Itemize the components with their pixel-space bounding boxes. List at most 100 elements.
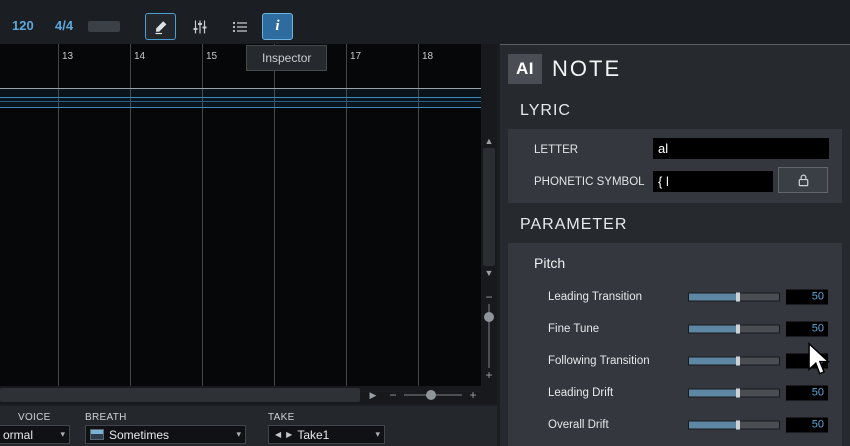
breath-value: Sometimes (109, 427, 170, 442)
parameter-row: Overall Drift 50 (508, 409, 842, 441)
measure-number: 13 (62, 51, 74, 62)
list-icon (232, 20, 248, 34)
horizontal-zoom-slider[interactable] (404, 390, 462, 400)
note-property-bar: VOICE ormal ▾ BREATH Sometimes ▾ TAKE ◀ … (0, 406, 497, 446)
vertical-zoom-out-button[interactable]: − (481, 290, 497, 304)
slider-fill (689, 357, 736, 365)
parameter-slider[interactable] (688, 388, 780, 398)
take-value: Take1 (297, 427, 330, 442)
horizontal-zoom-out-button[interactable]: − (387, 386, 399, 404)
vertical-zoom-knob[interactable] (484, 312, 494, 322)
breath-dropdown[interactable]: Sometimes ▾ (85, 425, 246, 444)
letter-input[interactable] (653, 138, 829, 159)
parameter-row: Following Transition 50 (508, 345, 842, 377)
scroll-up-icon[interactable]: ▲ (481, 136, 497, 146)
time-signature-display[interactable]: 4/4 (55, 18, 73, 33)
take-selector[interactable]: ◀ ▶ Take1 ▾ (268, 425, 385, 444)
next-take-icon[interactable]: ▶ (286, 430, 292, 439)
parameter-row: Fine Tune 50 (508, 313, 842, 345)
vertical-scroll-thumb[interactable] (483, 148, 495, 266)
level-meter-display (88, 21, 120, 32)
slider-handle[interactable] (735, 420, 740, 430)
pitch-band (0, 89, 481, 107)
pitch-guide-line (0, 97, 481, 98)
parameter-label: Following Transition (548, 355, 650, 367)
slider-fill (689, 293, 736, 301)
slider-fill (689, 389, 736, 397)
inspector-tooltip: Inspector (246, 45, 328, 71)
parameter-row: Leading Drift 50 (508, 377, 842, 409)
pitch-guide-line (0, 88, 481, 89)
inspector-toggle-button[interactable]: i (262, 13, 293, 40)
scroll-down-icon[interactable]: ▼ (481, 268, 497, 278)
parameter-slider[interactable] (688, 324, 780, 334)
pitch-group-title: Pitch (534, 255, 566, 271)
phonetic-symbol-label: PHONETIC SYMBOL (534, 176, 645, 188)
parameter-rows: Leading Transition 50 Fine Tune 50 Follo… (508, 281, 842, 441)
voice-label: VOICE (18, 412, 51, 423)
parameter-label: Overall Drift (548, 419, 609, 431)
parameter-label: Fine Tune (548, 323, 600, 335)
parameter-label: Leading Transition (548, 291, 642, 303)
chevron-down-icon: ▾ (236, 429, 241, 439)
pencil-icon (153, 19, 169, 35)
measure-number: 17 (350, 51, 362, 62)
parameter-slider[interactable] (688, 292, 780, 302)
phoneme-lock-button[interactable] (778, 167, 828, 193)
mixer-button[interactable] (184, 13, 215, 40)
take-label: TAKE (268, 412, 295, 423)
chevron-down-icon: ▾ (60, 429, 65, 439)
voice-dropdown[interactable]: ormal ▾ (0, 425, 70, 444)
breath-icon (90, 429, 104, 440)
measure-number: 15 (206, 51, 218, 62)
piano-roll-grid[interactable]: 13 14 15 17 18 (0, 44, 481, 386)
letter-label: LETTER (534, 144, 579, 156)
phonetic-symbol-input[interactable] (653, 171, 773, 192)
lock-icon (796, 173, 811, 188)
slider-handle[interactable] (735, 324, 740, 334)
slider-fill (689, 325, 736, 333)
parameter-row: Leading Transition 50 (508, 281, 842, 313)
vertical-zoom-in-button[interactable]: + (481, 368, 497, 382)
parameter-slider[interactable] (688, 420, 780, 430)
slider-fill (689, 421, 736, 429)
parameter-value[interactable]: 50 (786, 289, 828, 305)
parameter-value[interactable]: 50 (786, 417, 828, 433)
parameter-value[interactable]: 50 (786, 385, 828, 401)
measure-number: 14 (134, 51, 146, 62)
pencil-tool-button[interactable] (145, 13, 176, 40)
inspector-title: NOTE (552, 56, 622, 81)
chevron-down-icon: ▾ (375, 429, 380, 439)
horizontal-scroll-thumb[interactable] (0, 388, 360, 402)
inspector-panel: AI NOTE LYRIC LETTER PHONETIC SYMBOL PAR… (500, 45, 850, 446)
pitch-parameter-panel: Pitch Leading Transition 50 Fine Tune 50… (508, 243, 842, 446)
list-button[interactable] (224, 13, 255, 40)
pitch-guide-line (0, 101, 481, 102)
parameter-label: Leading Drift (548, 387, 614, 399)
slider-handle[interactable] (735, 292, 740, 302)
ai-badge: AI (508, 54, 542, 84)
measure-number: 18 (422, 51, 434, 62)
horizontal-zoom-knob[interactable] (426, 390, 436, 400)
lyric-panel: LETTER PHONETIC SYMBOL (508, 129, 842, 203)
pitch-guide-line (0, 107, 481, 108)
tempo-display[interactable]: 120 (12, 18, 34, 33)
horizontal-zoom-in-button[interactable]: + (467, 386, 479, 404)
toolbar: 120 4/4 i (0, 0, 850, 44)
info-icon: i (275, 18, 280, 34)
parameter-value[interactable]: 50 (786, 353, 828, 369)
previous-take-icon[interactable]: ◀ (275, 430, 281, 439)
parameter-section-header: PARAMETER (520, 216, 628, 233)
parameter-slider[interactable] (688, 356, 780, 366)
vocal-editor-window: 120 4/4 i Inspector 13 14 15 17 18 ▲ ▼ −… (0, 0, 850, 446)
breath-label: BREATH (85, 412, 127, 423)
slider-handle[interactable] (735, 388, 740, 398)
auto-scroll-icon[interactable]: ▶ (366, 386, 380, 404)
voice-value: ormal (3, 427, 34, 442)
horizontal-scrollbar[interactable]: ▶ − + (0, 386, 497, 404)
vertical-scrollbar[interactable]: ▲ ▼ − + (481, 44, 497, 386)
slider-handle[interactable] (735, 356, 740, 366)
vertical-zoom-slider[interactable] (484, 304, 494, 368)
parameter-value[interactable]: 50 (786, 321, 828, 337)
mixer-icon (192, 19, 208, 35)
